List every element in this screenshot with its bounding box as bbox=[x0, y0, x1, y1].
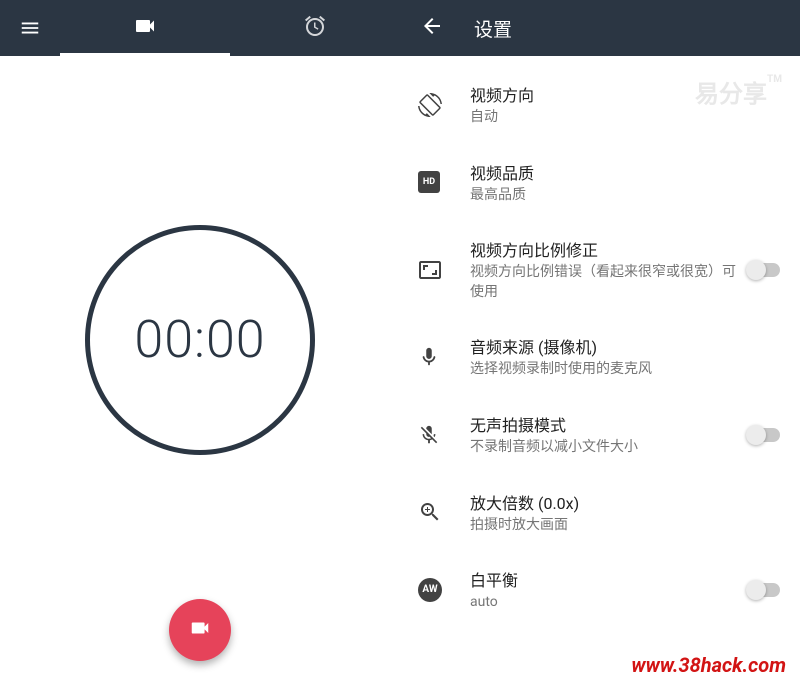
toggle-aspect-ratio[interactable] bbox=[748, 260, 784, 280]
right-header: 设置 bbox=[400, 0, 800, 56]
setting-video-orientation[interactable]: 视频方向 自动 bbox=[400, 66, 800, 144]
tab-alarm[interactable] bbox=[230, 0, 400, 56]
setting-zoom[interactable]: 放大倍数 (0.0x) 拍摄时放大画面 bbox=[400, 474, 800, 552]
setting-subtitle: 自动 bbox=[470, 108, 784, 128]
record-button[interactable] bbox=[169, 599, 231, 661]
setting-title: 视频方向比例修正 bbox=[470, 237, 738, 261]
microphone-off-icon bbox=[418, 424, 470, 446]
setting-subtitle: 不录制音频以减小文件大小 bbox=[470, 438, 738, 458]
setting-subtitle: auto bbox=[470, 593, 738, 613]
setting-video-quality[interactable]: HD 视频品质 最高品质 bbox=[400, 144, 800, 222]
alarm-clock-icon bbox=[303, 14, 327, 42]
toggle-mute[interactable] bbox=[748, 425, 784, 445]
timer-area: 00:00 bbox=[0, 56, 400, 683]
zoom-in-icon bbox=[418, 500, 470, 524]
setting-title: 视频方向 bbox=[470, 82, 784, 106]
video-camera-icon bbox=[189, 617, 211, 643]
setting-subtitle: 最高品质 bbox=[470, 186, 784, 206]
setting-mute-mode[interactable]: 无声拍摄模式 不录制音频以减小文件大小 bbox=[400, 396, 800, 474]
setting-title: 视频品质 bbox=[470, 160, 784, 184]
rotate-icon bbox=[418, 93, 470, 117]
timer-display: 00:00 bbox=[134, 309, 265, 370]
hd-icon: HD bbox=[418, 171, 470, 193]
setting-title: 白平衡 bbox=[470, 567, 738, 591]
tab-video[interactable] bbox=[60, 0, 230, 56]
setting-audio-source[interactable]: 音频来源 (摄像机) 选择视频录制时使用的麦克风 bbox=[400, 318, 800, 396]
toggle-white-balance[interactable] bbox=[748, 580, 784, 600]
setting-title: 音频来源 (摄像机) bbox=[470, 334, 784, 358]
timer-circle: 00:00 bbox=[85, 225, 315, 455]
setting-subtitle: 选择视频录制时使用的麦克风 bbox=[470, 360, 784, 380]
aspect-ratio-icon bbox=[418, 258, 470, 282]
menu-button[interactable] bbox=[0, 17, 60, 39]
arrow-back-icon bbox=[420, 14, 444, 42]
setting-aspect-ratio-fix[interactable]: 视频方向比例修正 视频方向比例错误（看起来很窄或很宽）可使用 bbox=[400, 221, 800, 318]
setting-title: 放大倍数 (0.0x) bbox=[470, 490, 784, 514]
settings-list[interactable]: 视频方向 自动 HD 视频品质 最高品质 视频方向比例修正 视频方向比例错误（看… bbox=[400, 56, 800, 683]
setting-subtitle: 拍摄时放大画面 bbox=[470, 516, 784, 536]
auto-wb-icon: AW bbox=[418, 578, 470, 602]
setting-subtitle: 视频方向比例错误（看起来很窄或很宽）可使用 bbox=[470, 263, 738, 302]
setting-white-balance[interactable]: AW 白平衡 auto bbox=[400, 551, 800, 629]
video-camera-icon bbox=[133, 14, 157, 42]
left-header bbox=[0, 0, 400, 56]
back-button[interactable] bbox=[408, 4, 456, 52]
setting-title: 无声拍摄模式 bbox=[470, 412, 738, 436]
microphone-icon bbox=[418, 346, 470, 368]
settings-title: 设置 bbox=[474, 15, 512, 42]
